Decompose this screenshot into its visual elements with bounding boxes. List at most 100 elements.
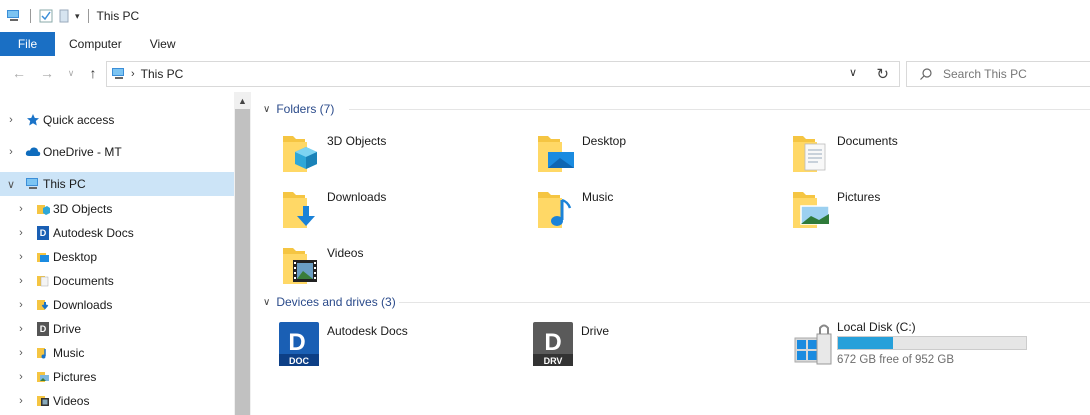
folder-label: Desktop <box>582 134 627 148</box>
3d-objects-icon <box>35 201 51 217</box>
videos-folder-icon <box>283 248 317 284</box>
star-icon <box>25 112 41 128</box>
sidebar-item-documents[interactable]: › Documents <box>0 269 234 293</box>
chevron-right-icon[interactable]: › <box>15 227 27 239</box>
sidebar-item-desktop[interactable]: › Desktop <box>0 245 234 269</box>
chevron-right-icon[interactable]: › <box>15 203 27 215</box>
folder-tile-videos[interactable]: Videos <box>281 242 531 294</box>
folder-tile-downloads[interactable]: Downloads <box>281 186 531 238</box>
sidebar-item-music[interactable]: › Music <box>0 341 234 365</box>
search-icon <box>920 68 932 80</box>
search-placeholder: Search This PC <box>943 67 1027 81</box>
sidebar-item-onedrive[interactable]: › OneDrive - MT <box>0 140 234 164</box>
drive-tile-local-disk[interactable]: Local Disk (C:) 672 GB free of 952 GB <box>791 320 1041 376</box>
folder-tile-music[interactable]: Music <box>536 186 786 238</box>
sidebar-item-label: OneDrive - MT <box>43 145 122 159</box>
sidebar-item-this-pc[interactable]: ∨ This PC <box>0 172 234 196</box>
chevron-right-icon[interactable]: › <box>5 146 17 158</box>
new-folder-icon[interactable] <box>59 9 69 23</box>
sidebar-item-label: Desktop <box>53 250 98 264</box>
documents-folder-icon <box>793 136 826 172</box>
doc-badge: DOC <box>289 356 310 366</box>
sidebar-item-label: Autodesk Docs <box>53 226 134 240</box>
autodesk-docs-icon: D <box>35 225 51 241</box>
folder-tile-desktop[interactable]: Desktop <box>536 130 786 182</box>
chevron-down-icon[interactable]: ∨ <box>263 104 270 115</box>
tab-file[interactable]: File <box>0 32 55 56</box>
window-title: This PC <box>96 9 140 23</box>
folder-label: Documents <box>837 134 898 148</box>
address-dropdown-icon[interactable]: ∨ <box>849 66 857 79</box>
chevron-right-icon[interactable]: › <box>5 114 17 126</box>
svg-text:D: D <box>544 329 561 356</box>
navigation-pane: › Quick access › OneDrive - MT ∨ This PC… <box>0 92 234 415</box>
drive-tile-drive[interactable]: D DRV Drive <box>531 320 781 372</box>
chevron-right-icon[interactable]: › <box>15 275 27 287</box>
properties-icon[interactable] <box>39 9 53 23</box>
chevron-right-icon[interactable]: › <box>15 347 27 359</box>
sidebar-item-3d-objects[interactable]: › 3D Objects <box>0 197 234 221</box>
tab-view[interactable]: View <box>134 32 192 56</box>
title-bar: ▾ This PC <box>0 0 1090 32</box>
sidebar-item-label: Pictures <box>53 370 97 384</box>
chevron-down-icon[interactable]: ∨ <box>5 178 17 191</box>
refresh-icon[interactable]: ↻ <box>876 65 889 83</box>
sidebar-item-label: Drive <box>53 322 82 336</box>
scroll-up-icon[interactable]: ▲ <box>234 92 251 109</box>
folder-tile-documents[interactable]: Documents <box>791 130 1041 182</box>
tab-computer[interactable]: Computer <box>55 32 134 56</box>
folder-label: Downloads <box>327 190 387 204</box>
downloads-folder-icon <box>35 297 51 313</box>
group-divider <box>399 302 1090 303</box>
folder-label: Pictures <box>837 190 881 204</box>
autodesk-drv-drive-icon: D DRV <box>533 322 573 366</box>
disk-free-text: 672 GB free of 952 GB <box>837 354 954 366</box>
sidebar-item-label: Videos <box>53 394 90 408</box>
group-header-devices[interactable]: ∨ Devices and drives (3) <box>263 293 396 311</box>
chevron-right-icon[interactable]: › <box>15 323 27 335</box>
breadcrumb[interactable]: This PC <box>141 67 184 81</box>
pictures-folder-icon <box>793 192 830 228</box>
scroll-thumb[interactable] <box>235 109 250 415</box>
chevron-down-icon[interactable]: ∨ <box>263 297 270 308</box>
folder-tile-pictures[interactable]: Pictures <box>791 186 1041 238</box>
group-header-folders[interactable]: ∨ Folders (7) <box>263 100 334 118</box>
navigation-pane-scrollbar[interactable]: ▲ <box>234 92 251 415</box>
drv-badge: DRV <box>544 356 563 366</box>
folder-label: 3D Objects <box>327 134 387 148</box>
chevron-right-icon[interactable]: › <box>15 371 27 383</box>
forward-arrow-icon[interactable]: → <box>38 64 56 82</box>
computer-icon[interactable] <box>6 9 22 23</box>
sidebar-item-label: Music <box>53 346 85 360</box>
disk-usage-bar <box>837 336 1027 350</box>
customize-toolbar-chevron-icon[interactable]: ▾ <box>75 11 80 22</box>
recent-locations-chevron-icon[interactable]: ∨ <box>62 64 80 82</box>
drive-label: Autodesk Docs <box>327 324 408 338</box>
chevron-right-icon[interactable]: › <box>15 299 27 311</box>
sidebar-item-label: Quick access <box>43 113 115 127</box>
sidebar-item-label: This PC <box>43 177 86 191</box>
up-arrow-icon[interactable]: ↑ <box>84 64 102 82</box>
3d-objects-folder-icon <box>283 136 317 172</box>
breadcrumb-chevron-icon[interactable]: › <box>131 68 135 80</box>
sidebar-item-videos[interactable]: › Videos <box>0 389 234 413</box>
sidebar-item-label: Downloads <box>53 298 113 312</box>
sidebar-item-pictures[interactable]: › Pictures <box>0 365 234 389</box>
folder-tile-3d-objects[interactable]: 3D Objects <box>281 130 531 182</box>
sidebar-item-autodesk-docs[interactable]: › D Autodesk Docs <box>0 221 234 245</box>
chevron-right-icon[interactable]: › <box>15 395 27 407</box>
sidebar-item-drive[interactable]: › D Drive <box>0 317 234 341</box>
content-pane: ∨ Folders (7) 3D Objects Desktop Documen… <box>251 92 1090 415</box>
svg-text:D: D <box>40 228 47 238</box>
drive-label: Drive <box>581 324 610 338</box>
drive-tile-autodesk-docs[interactable]: D DOC Autodesk Docs <box>277 320 527 372</box>
desktop-folder-icon <box>35 249 51 265</box>
sidebar-item-downloads[interactable]: › Downloads <box>0 293 234 317</box>
chevron-right-icon[interactable]: › <box>15 251 27 263</box>
back-arrow-icon[interactable]: ← <box>10 64 28 82</box>
sidebar-item-quick-access[interactable]: › Quick access <box>0 108 234 132</box>
folder-label: Videos <box>327 246 364 260</box>
desktop-folder-icon <box>538 136 574 172</box>
search-input[interactable]: Search This PC <box>906 61 1090 87</box>
address-bar[interactable]: › This PC ∨ ↻ <box>106 61 900 87</box>
